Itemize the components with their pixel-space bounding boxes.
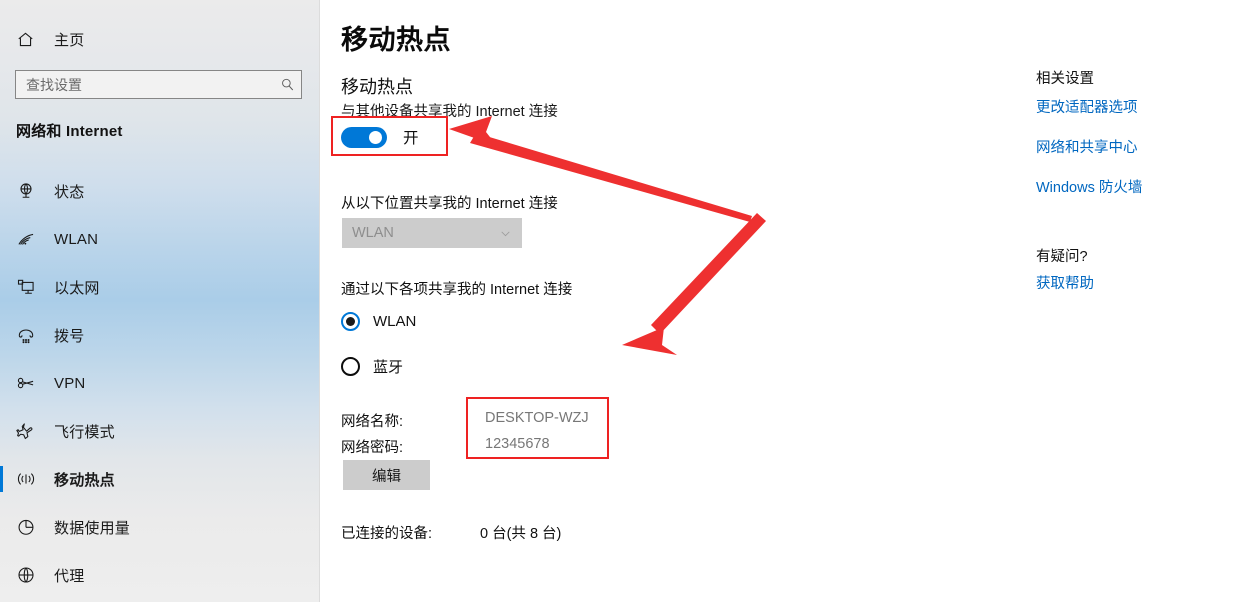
section-description: 与其他设备共享我的 Internet 连接 xyxy=(341,104,558,120)
radio-label: 蓝牙 xyxy=(373,359,404,376)
share-from-label: 从以下位置共享我的 Internet 连接 xyxy=(341,196,558,212)
network-password-label: 网络密码: xyxy=(341,440,404,456)
home-icon xyxy=(14,28,36,50)
sidebar-item-vpn[interactable]: VPN xyxy=(0,359,320,407)
search-settings-box[interactable] xyxy=(15,70,302,99)
search-icon[interactable] xyxy=(273,71,301,98)
sidebar-item-label: 代理 xyxy=(54,567,85,585)
toggle-knob xyxy=(369,130,382,144)
navigation-sidebar: 主页 网络和 Internet 状态 xyxy=(0,0,320,602)
connected-devices-label: 已连接的设备: xyxy=(341,526,433,542)
radio-mark xyxy=(341,357,360,376)
sidebar-item-label: WLAN xyxy=(54,230,99,248)
home-button[interactable]: 主页 xyxy=(0,22,320,56)
status-globe-icon xyxy=(14,179,38,203)
radio-option-wlan[interactable]: WLAN xyxy=(341,312,416,331)
sidebar-category-heading: 网络和 Internet xyxy=(16,123,123,140)
sidebar-item-status[interactable]: 状态 xyxy=(0,167,320,215)
link-get-help[interactable]: 获取帮助 xyxy=(1036,272,1094,293)
sidebar-item-wlan[interactable]: WLAN xyxy=(0,215,320,263)
page-title: 移动热点 xyxy=(341,25,451,55)
vpn-key-icon xyxy=(14,371,38,395)
radio-option-bluetooth[interactable]: 蓝牙 xyxy=(341,356,403,377)
share-over-label: 通过以下各项共享我的 Internet 连接 xyxy=(341,282,573,298)
hotspot-toggle-row[interactable]: 开 xyxy=(341,126,419,148)
connected-devices-value: 0 台(共 8 台) xyxy=(480,526,562,542)
related-settings-panel: 相关设置 更改适配器选项 网络和共享中心 Windows 防火墙 有疑问? 获取… xyxy=(1020,0,1252,602)
pie-chart-icon xyxy=(14,515,38,539)
selection-indicator xyxy=(0,466,3,492)
airplane-icon xyxy=(14,419,38,443)
dialup-phone-icon xyxy=(14,323,38,347)
share-from-select[interactable]: WLAN xyxy=(342,218,522,248)
wifi-icon xyxy=(14,227,38,251)
sidebar-item-dialup[interactable]: 拨号 xyxy=(0,311,320,359)
sidebar-item-label: 以太网 xyxy=(54,279,100,297)
sidebar-item-label: 拨号 xyxy=(54,327,85,345)
main-content: 移动热点 移动热点 与其他设备共享我的 Internet 连接 开 从以下位置共… xyxy=(320,0,1020,602)
ethernet-icon xyxy=(14,275,38,299)
sidebar-item-airplane-mode[interactable]: 飞行模式 xyxy=(0,407,320,455)
home-label: 主页 xyxy=(54,31,85,49)
section-title: 移动热点 xyxy=(341,77,413,97)
radio-label: WLAN xyxy=(373,313,417,330)
hotspot-toggle[interactable] xyxy=(341,126,387,148)
toggle-state-label: 开 xyxy=(403,130,419,147)
globe-icon xyxy=(14,563,38,587)
network-password-value: 12345678 xyxy=(485,436,550,452)
share-from-selected-value: WLAN xyxy=(352,225,394,241)
link-network-sharing-center[interactable]: 网络和共享中心 xyxy=(1036,136,1138,157)
sidebar-item-data-usage[interactable]: 数据使用量 xyxy=(0,503,320,551)
sidebar-item-ethernet[interactable]: 以太网 xyxy=(0,263,320,311)
chevron-down-icon xyxy=(499,227,512,240)
related-settings-heading: 相关设置 xyxy=(1036,71,1094,87)
link-change-adapter-options[interactable]: 更改适配器选项 xyxy=(1036,96,1138,117)
network-name-label: 网络名称: xyxy=(341,414,404,430)
hotspot-signal-icon xyxy=(14,467,38,491)
sidebar-item-mobile-hotspot[interactable]: 移动热点 xyxy=(0,455,320,503)
network-name-value: DESKTOP-WZJ xyxy=(485,410,589,426)
sidebar-item-label: VPN xyxy=(54,374,86,392)
search-input[interactable] xyxy=(16,71,273,98)
sidebar-item-label: 飞行模式 xyxy=(54,423,115,441)
questions-heading: 有疑问? xyxy=(1036,249,1088,265)
edit-button[interactable]: 编辑 xyxy=(343,460,430,490)
radio-mark xyxy=(341,312,360,331)
sidebar-item-label: 状态 xyxy=(54,183,85,201)
sidebar-item-proxy[interactable]: 代理 xyxy=(0,551,320,599)
settings-window: 主页 网络和 Internet 状态 xyxy=(0,0,1252,602)
sidebar-item-label: 移动热点 xyxy=(54,471,115,489)
sidebar-nav-list: 状态 WLAN 以太网 拨号 VPN 飞行模式 移动热点 数据使用量 代理 xyxy=(0,167,320,599)
link-windows-firewall[interactable]: Windows 防火墙 xyxy=(1036,176,1142,197)
sidebar-item-label: 数据使用量 xyxy=(54,519,131,537)
